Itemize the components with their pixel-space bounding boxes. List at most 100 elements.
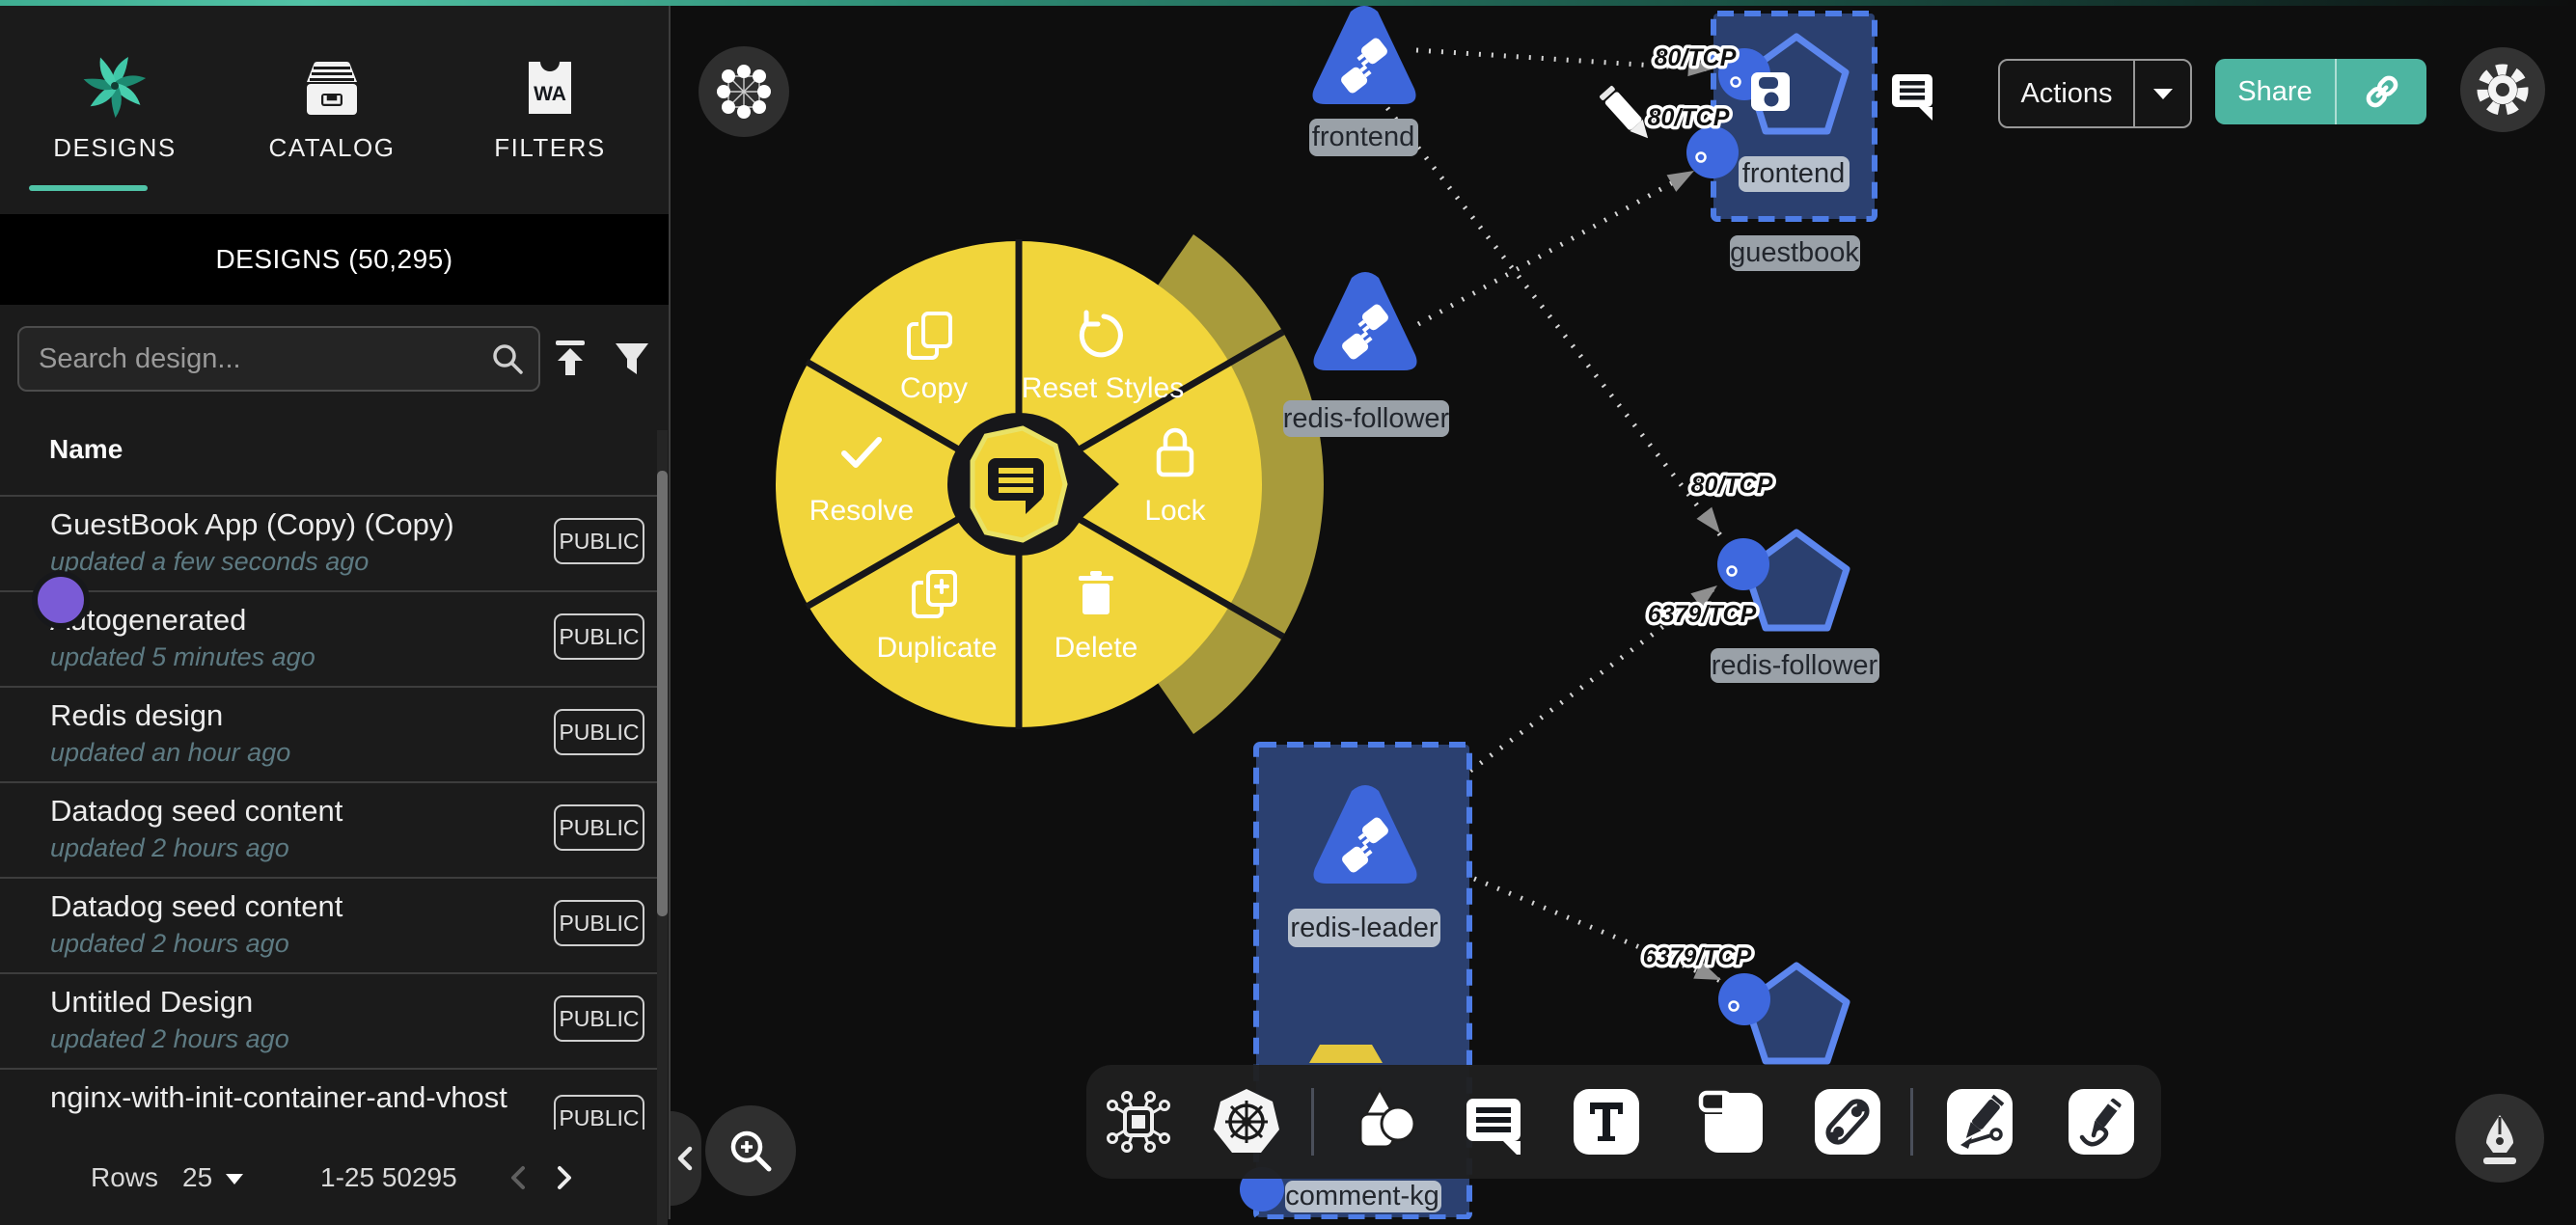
- delete-icon[interactable]: [1079, 571, 1113, 614]
- node-redis-follower-service[interactable]: redis-follower: [1283, 272, 1450, 437]
- actions-dropdown-toggle[interactable]: [2135, 61, 2190, 126]
- caret-down-icon: [2151, 81, 2176, 106]
- canvas-toolbar: [1086, 1065, 2161, 1179]
- mesh-cluster-icon: [716, 64, 772, 120]
- design-row-2[interactable]: Redis design updated an hour ago PUBLIC: [0, 686, 657, 783]
- search-icon[interactable]: [477, 330, 538, 388]
- design-row-1[interactable]: Autogenerated updated 5 minutes ago PUBL…: [0, 590, 657, 688]
- node-frontend-port-80b[interactable]: [1686, 126, 1739, 178]
- share-split-button[interactable]: Share: [2215, 59, 2426, 124]
- edge-label-80tcp-1: 80/TCP: [1655, 44, 1737, 71]
- rows-per-page-select[interactable]: 25: [182, 1130, 249, 1225]
- chevron-right-icon: [548, 1161, 581, 1194]
- toolbar-divider: [1910, 1088, 1913, 1156]
- radial-delete-label[interactable]: Delete: [1055, 632, 1138, 664]
- chip-icon: [1107, 1090, 1170, 1154]
- mesh-overview-button[interactable]: [699, 46, 789, 137]
- note-card-icon: [1697, 1087, 1767, 1157]
- edge-label-6379tcp-2: 6379/TCP: [1643, 943, 1752, 970]
- node-bottom-port[interactable]: [1718, 973, 1770, 1025]
- search-box: [17, 326, 540, 392]
- pencil-scribble-icon: [2067, 1087, 2136, 1157]
- radial-reset-styles-label[interactable]: Reset Styles: [1022, 372, 1184, 404]
- note-card-tool[interactable]: [1693, 1083, 1770, 1160]
- visibility-badge: PUBLIC: [554, 900, 644, 946]
- frontend-deployment-label: frontend: [1742, 158, 1845, 189]
- tab-designs[interactable]: DESIGNS: [33, 29, 197, 203]
- actions-split-button[interactable]: Actions: [1998, 59, 2192, 128]
- shapes-icon: [1347, 1087, 1416, 1157]
- search-input[interactable]: [19, 343, 477, 375]
- visibility-badge: PUBLIC: [554, 804, 644, 851]
- radial-copy-label[interactable]: Copy: [900, 372, 968, 404]
- node-bottom-deployment[interactable]: [1718, 966, 1847, 1061]
- tab-filters[interactable]: WA FILTERS: [468, 29, 632, 203]
- pen-arrow-icon: [1945, 1087, 2014, 1157]
- design-row-4[interactable]: Datadog seed content updated 2 hours ago…: [0, 877, 657, 974]
- comment-bubble-icon[interactable]: [1892, 74, 1932, 121]
- shapes-tool[interactable]: [1343, 1083, 1420, 1160]
- tab-designs-label: DESIGNS: [33, 133, 197, 163]
- gear-icon: [2476, 63, 2530, 117]
- pen-tool-button[interactable]: [2455, 1094, 2544, 1183]
- design-row-5[interactable]: Untitled Design updated 2 hours ago PUBL…: [0, 972, 657, 1070]
- wa-badge-text: WA: [534, 83, 566, 105]
- comment-icon: [1461, 1089, 1526, 1155]
- text-icon: [1572, 1087, 1641, 1157]
- edge-pen-tool[interactable]: [1941, 1083, 2018, 1160]
- visibility-badge: PUBLIC: [554, 995, 644, 1042]
- redis-follower-service-label: redis-follower: [1283, 403, 1450, 434]
- frontend-service-label: frontend: [1312, 122, 1414, 152]
- zoom-in-button[interactable]: [705, 1105, 796, 1196]
- radial-lock-label[interactable]: Lock: [1144, 495, 1206, 527]
- design-row-0[interactable]: GuestBook App (Copy) (Copy) updated a fe…: [0, 495, 657, 592]
- node-frontend-service[interactable]: frontend: [1309, 6, 1418, 156]
- node-redis-follower-port[interactable]: [1717, 538, 1769, 590]
- radial-resolve-label[interactable]: Resolve: [809, 495, 914, 527]
- meshery-designs-icon: [33, 29, 197, 118]
- design-row-3[interactable]: Datadog seed content updated 2 hours ago…: [0, 781, 657, 879]
- chevron-left-icon: [502, 1161, 534, 1194]
- filter-funnel-button[interactable]: [608, 330, 656, 386]
- pagination-range: 1-25 50295: [320, 1130, 457, 1225]
- wasm-filters-icon: WA: [468, 29, 632, 118]
- integration-components-tool[interactable]: [1100, 1083, 1177, 1160]
- edge-label-80tcp-2: 80/TCP: [1648, 104, 1730, 131]
- chevron-left-icon: [671, 1142, 699, 1175]
- relationship-link-tool[interactable]: [1809, 1083, 1886, 1160]
- name-column-header: Name: [49, 434, 123, 465]
- kubernetes-components-tool[interactable]: [1208, 1083, 1285, 1160]
- edge-label-6379tcp-1: 6379/TCP: [1648, 601, 1757, 628]
- import-design-button[interactable]: [546, 330, 594, 386]
- radial-context-menu[interactable]: Copy Reset Styles Lock Delete Duplicate …: [776, 234, 1324, 734]
- scrollbar-thumb[interactable]: [657, 471, 668, 916]
- save-state-icon: [1751, 72, 1790, 111]
- panel-title-band: DESIGNS (50,295): [0, 214, 669, 305]
- next-page-button[interactable]: [548, 1130, 581, 1225]
- redis-leader-label: redis-leader: [1290, 912, 1438, 943]
- copy-link-button[interactable]: [2337, 59, 2426, 124]
- text-tool[interactable]: [1568, 1083, 1645, 1160]
- toolbar-divider: [1311, 1088, 1314, 1156]
- tab-catalog[interactable]: CATALOG: [250, 29, 414, 203]
- edge-label-80tcp-3: 80/TCP: [1691, 472, 1773, 499]
- rows-label: Rows: [91, 1130, 158, 1225]
- share-label[interactable]: Share: [2215, 59, 2335, 124]
- actions-label[interactable]: Actions: [2000, 61, 2133, 126]
- prev-page-button[interactable]: [502, 1130, 534, 1225]
- visibility-badge: PUBLIC: [554, 518, 644, 564]
- redis-follower-deployment-label: redis-follower: [1712, 650, 1878, 681]
- zoom-in-icon: [725, 1125, 777, 1177]
- top-accent-strip: [0, 0, 2576, 6]
- node-comment-yellow[interactable]: [1309, 1045, 1383, 1063]
- visibility-badge: PUBLIC: [554, 613, 644, 660]
- tab-filters-label: FILTERS: [468, 133, 632, 163]
- comment-tool[interactable]: [1455, 1083, 1532, 1160]
- settings-button[interactable]: [2460, 47, 2545, 132]
- freehand-draw-tool[interactable]: [2063, 1083, 2140, 1160]
- panel-title: DESIGNS (50,295): [215, 244, 452, 275]
- comment-node-label: comment-kg: [1285, 1181, 1439, 1211]
- link-icon: [2360, 69, 2404, 114]
- radial-duplicate-label[interactable]: Duplicate: [876, 632, 997, 664]
- pencil-cursor-icon: [1599, 85, 1655, 144]
